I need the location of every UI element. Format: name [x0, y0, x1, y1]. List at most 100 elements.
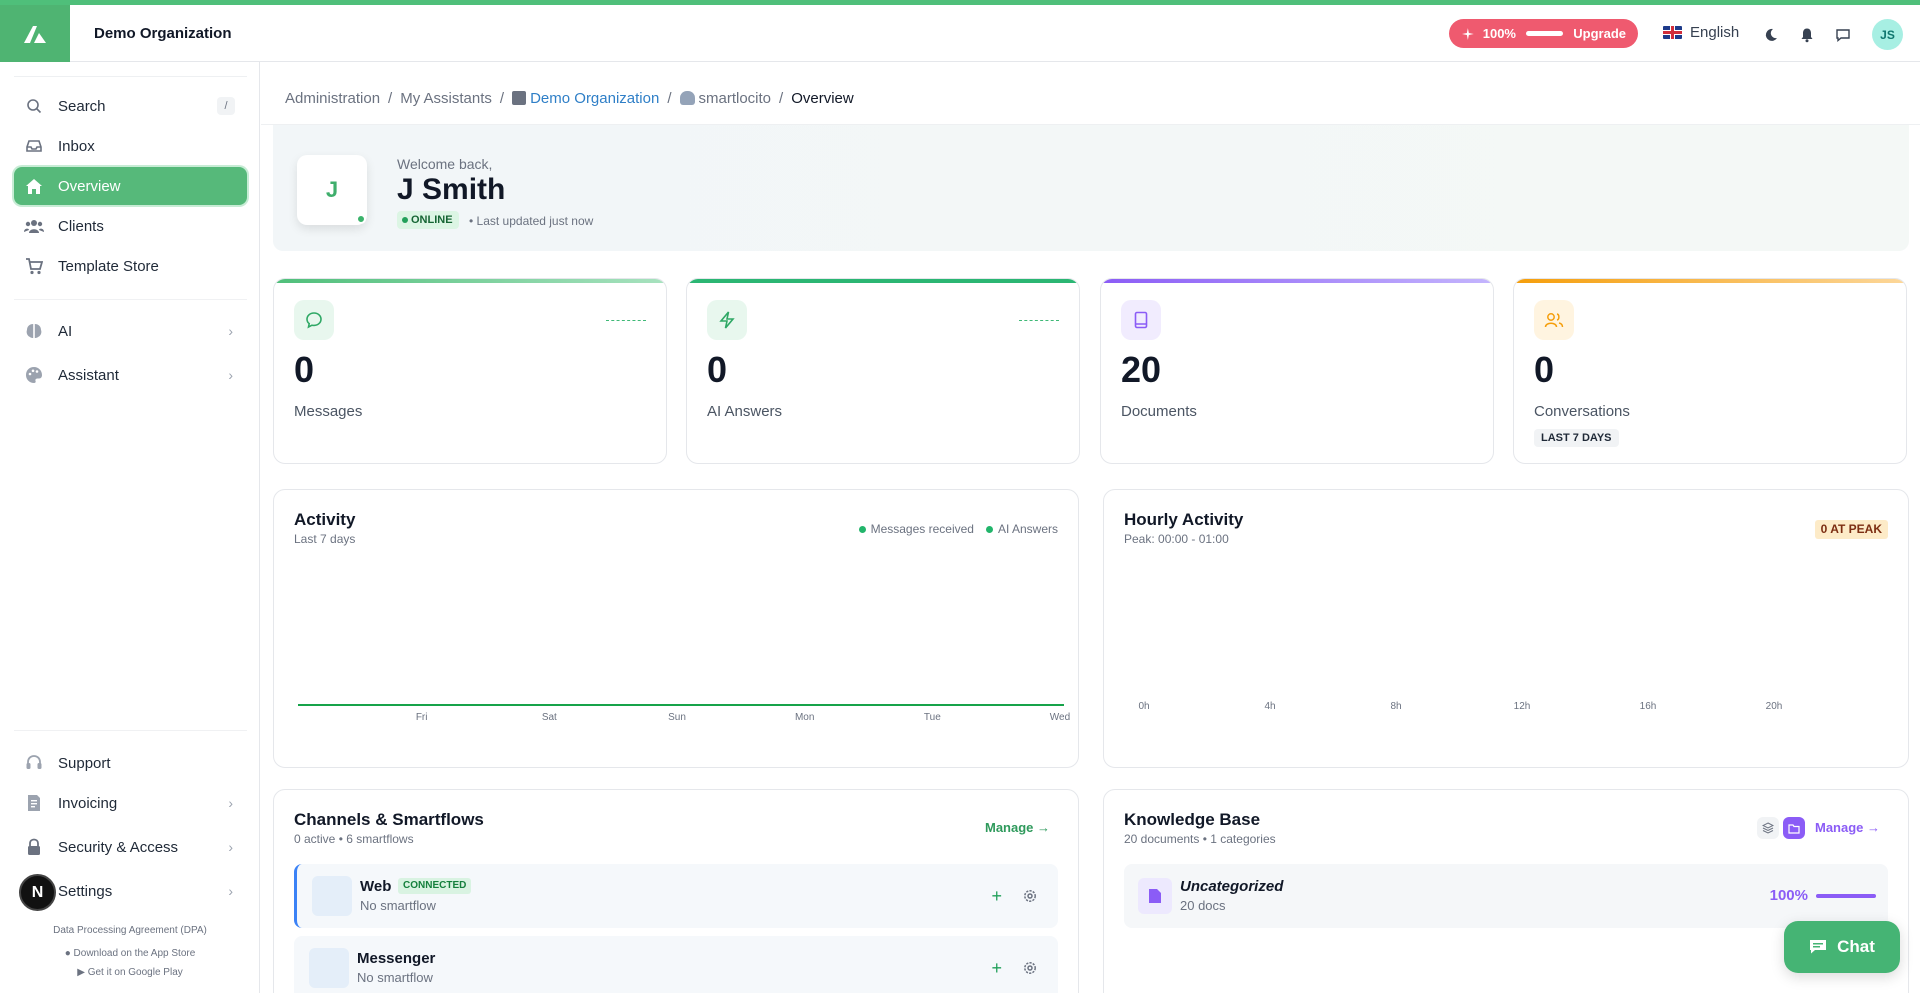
x-tick-label: Tue: [924, 712, 941, 723]
layers-icon[interactable]: [1757, 817, 1779, 839]
hourly-activity-panel: Hourly Activity Peak: 00:00 - 01:00 0 AT…: [1103, 489, 1909, 768]
sidebar-item-inbox[interactable]: Inbox: [14, 127, 247, 165]
status-badge: ONLINE: [397, 211, 459, 229]
sidebar-item-assistant[interactable]: Assistant ›: [14, 356, 247, 394]
sidebar: Search / Inbox Overview Clients Template…: [0, 62, 260, 993]
sidebar-item-invoicing[interactable]: Invoicing ›: [14, 784, 247, 822]
trend-sparkline: [606, 320, 646, 321]
sidebar-item-label: Security & Access: [58, 838, 179, 856]
welcome-banner: J Welcome back, J Smith ONLINE • Last up…: [273, 125, 1909, 251]
sidebar-item-label: Inbox: [58, 137, 95, 155]
trend-sparkline: [1019, 320, 1059, 321]
breadcrumb-my-assistants[interactable]: My Assistants: [400, 90, 492, 107]
language-selector[interactable]: English: [1663, 24, 1739, 41]
message-icon: [294, 300, 334, 340]
chevron-right-icon: ›: [228, 839, 233, 855]
gear-icon[interactable]: [1022, 888, 1038, 904]
upgrade-label: Upgrade: [1573, 26, 1626, 41]
user-avatar[interactable]: JS: [1872, 19, 1903, 50]
sidebar-item-label: Overview: [58, 177, 121, 195]
brain-icon: [24, 321, 44, 341]
sidebar-item-security[interactable]: Security & Access ›: [14, 828, 247, 866]
chevron-right-icon: ›: [228, 367, 233, 383]
channel-name: Messenger: [357, 950, 436, 967]
stat-card-messages[interactable]: 0 Messages: [273, 278, 667, 464]
uk-flag-icon: [1663, 26, 1682, 39]
sidebar-item-template-store[interactable]: Template Store: [14, 247, 247, 285]
breadcrumb-administration[interactable]: Administration: [285, 90, 380, 107]
stat-label: Documents: [1121, 403, 1197, 420]
breadcrumb-separator: /: [499, 90, 505, 107]
knowledge-subtitle: 20 documents • 1 categories: [1124, 832, 1276, 846]
knowledge-manage-link[interactable]: Manage →: [1815, 820, 1880, 835]
main-content: Administration / My Assistants / Demo Or…: [261, 62, 1920, 993]
breadcrumb-separator: /: [388, 90, 393, 107]
card-top-bar: [274, 279, 666, 283]
channel-web[interactable]: Web CONNECTED No smartflow +: [294, 864, 1058, 928]
sidebar-item-overview[interactable]: Overview: [14, 167, 247, 205]
app-logo[interactable]: [0, 5, 70, 62]
sidebar-item-label: Assistant: [58, 366, 119, 384]
users-icon: [24, 216, 44, 236]
x-tick-label: Sat: [542, 712, 557, 723]
kb-category-uncategorized[interactable]: Uncategorized 20 docs 100%: [1124, 864, 1888, 928]
gear-icon[interactable]: [1022, 960, 1038, 976]
sidebar-item-clients[interactable]: Clients: [14, 207, 247, 245]
invoice-icon: [24, 793, 44, 813]
x-tick-label: 8h: [1390, 701, 1401, 712]
bell-icon[interactable]: [1799, 27, 1815, 43]
x-tick-label: Fri: [416, 712, 428, 723]
x-tick-label: Wed: [1050, 712, 1070, 723]
google-play-link[interactable]: ▶ Get it on Google Play: [0, 967, 260, 978]
sidebar-item-label: Invoicing: [58, 794, 118, 812]
kb-category-percent: 100%: [1769, 887, 1808, 904]
stat-label: Conversations: [1534, 403, 1630, 420]
breadcrumb-assistant[interactable]: smartlocito: [679, 90, 771, 107]
upgrade-button[interactable]: 100% Upgrade: [1449, 19, 1638, 48]
online-dot: [356, 214, 366, 224]
channels-manage-link[interactable]: Manage →: [985, 820, 1050, 835]
chat-button[interactable]: Chat: [1784, 921, 1900, 973]
breadcrumb-separator: /: [779, 90, 784, 107]
breadcrumb: Administration / My Assistants / Demo Or…: [285, 90, 854, 107]
sidebar-item-label: Settings: [58, 882, 113, 900]
stat-value: 0: [294, 349, 315, 390]
breadcrumb-organization[interactable]: Demo Organization: [512, 90, 659, 107]
chat-label: Chat: [1837, 937, 1875, 956]
cart-icon: [24, 256, 44, 276]
connected-badge: CONNECTED: [398, 878, 472, 894]
language-label: English: [1690, 24, 1740, 41]
folder-icon[interactable]: [1783, 817, 1805, 839]
users-icon: [1534, 300, 1574, 340]
stat-label: Messages: [294, 403, 363, 420]
stat-card-ai-answers[interactable]: 0 AI Answers: [686, 278, 1080, 464]
org-name[interactable]: Demo Organization: [94, 25, 232, 42]
channel-sub: No smartflow: [357, 970, 433, 985]
x-tick-label: 20h: [1766, 701, 1783, 712]
app-store-link[interactable]: ● Download on the App Store: [0, 948, 260, 959]
channels-panel: Channels & Smartflows 0 active • 6 smart…: [273, 789, 1079, 993]
add-smartflow-button[interactable]: +: [991, 958, 1002, 979]
x-tick-label: Mon: [795, 712, 814, 723]
sidebar-search[interactable]: Search /: [14, 87, 247, 125]
stat-value: 20: [1121, 349, 1162, 390]
add-smartflow-button[interactable]: +: [991, 886, 1002, 907]
home-icon: [24, 176, 44, 196]
sidebar-item-support[interactable]: Support: [14, 744, 247, 782]
stat-card-conversations[interactable]: 0 Conversations LAST 7 DAYS: [1513, 278, 1907, 464]
document-icon: [1138, 878, 1172, 914]
chat-bubble-icon[interactable]: [1835, 27, 1851, 43]
period-tag: LAST 7 DAYS: [1534, 429, 1619, 447]
sidebar-item-ai[interactable]: AI ›: [14, 312, 247, 350]
dpa-link[interactable]: Data Processing Agreement (DPA): [0, 925, 260, 936]
kb-progress-bar: [1816, 894, 1876, 898]
moon-icon[interactable]: [1763, 27, 1779, 43]
stat-card-documents[interactable]: 20 Documents: [1100, 278, 1494, 464]
knowledge-title: Knowledge Base: [1124, 810, 1261, 829]
search-shortcut: /: [217, 97, 235, 115]
welcome-greeting: Welcome back,: [397, 156, 493, 172]
card-top-bar: [1101, 279, 1493, 283]
lightning-icon: [707, 300, 747, 340]
channel-messenger[interactable]: Messenger No smartflow +: [294, 936, 1058, 993]
n-badge[interactable]: N: [19, 874, 56, 911]
